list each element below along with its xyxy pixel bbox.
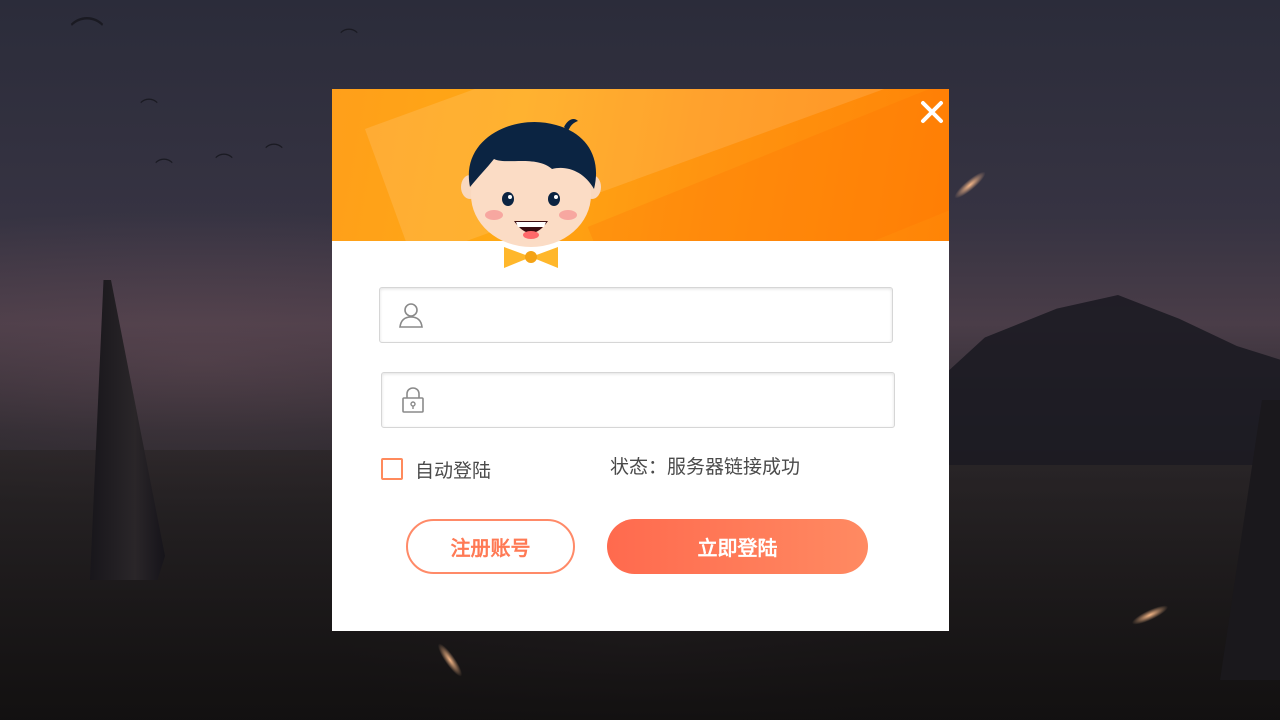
boy-avatar-icon	[461, 119, 601, 268]
bird-icon: ⌒	[340, 28, 358, 49]
password-field[interactable]	[381, 372, 895, 429]
auto-login-checkbox[interactable]	[381, 458, 403, 480]
auto-login-label: 自动登陆	[415, 459, 492, 482]
ember-spark	[951, 168, 989, 202]
bird-icon: ⌒	[215, 153, 233, 174]
close-button[interactable]	[919, 99, 945, 125]
user-icon	[399, 303, 423, 328]
dialog-header	[332, 89, 949, 241]
username-input[interactable]	[436, 288, 882, 344]
bird-icon: ⌒	[155, 158, 173, 179]
bird-icon: ⌒	[265, 143, 283, 164]
login-button[interactable]: 立即登陆	[607, 519, 868, 574]
register-button[interactable]: 注册账号	[406, 519, 575, 574]
background-mountain	[920, 295, 1280, 465]
auto-login-toggle[interactable]: 自动登陆	[381, 455, 491, 483]
login-dialog: 自动登陆 状态：服务器链接成功 注册账号 立即登陆	[332, 89, 949, 631]
password-input[interactable]	[438, 373, 884, 429]
bird-icon: ⌒	[70, 15, 104, 55]
close-icon	[921, 101, 943, 123]
username-field[interactable]	[379, 287, 893, 344]
background-spire	[90, 280, 165, 580]
lock-icon	[402, 387, 424, 413]
connection-status: 状态：服务器链接成功	[610, 456, 801, 478]
bird-icon: ⌒	[140, 98, 158, 119]
